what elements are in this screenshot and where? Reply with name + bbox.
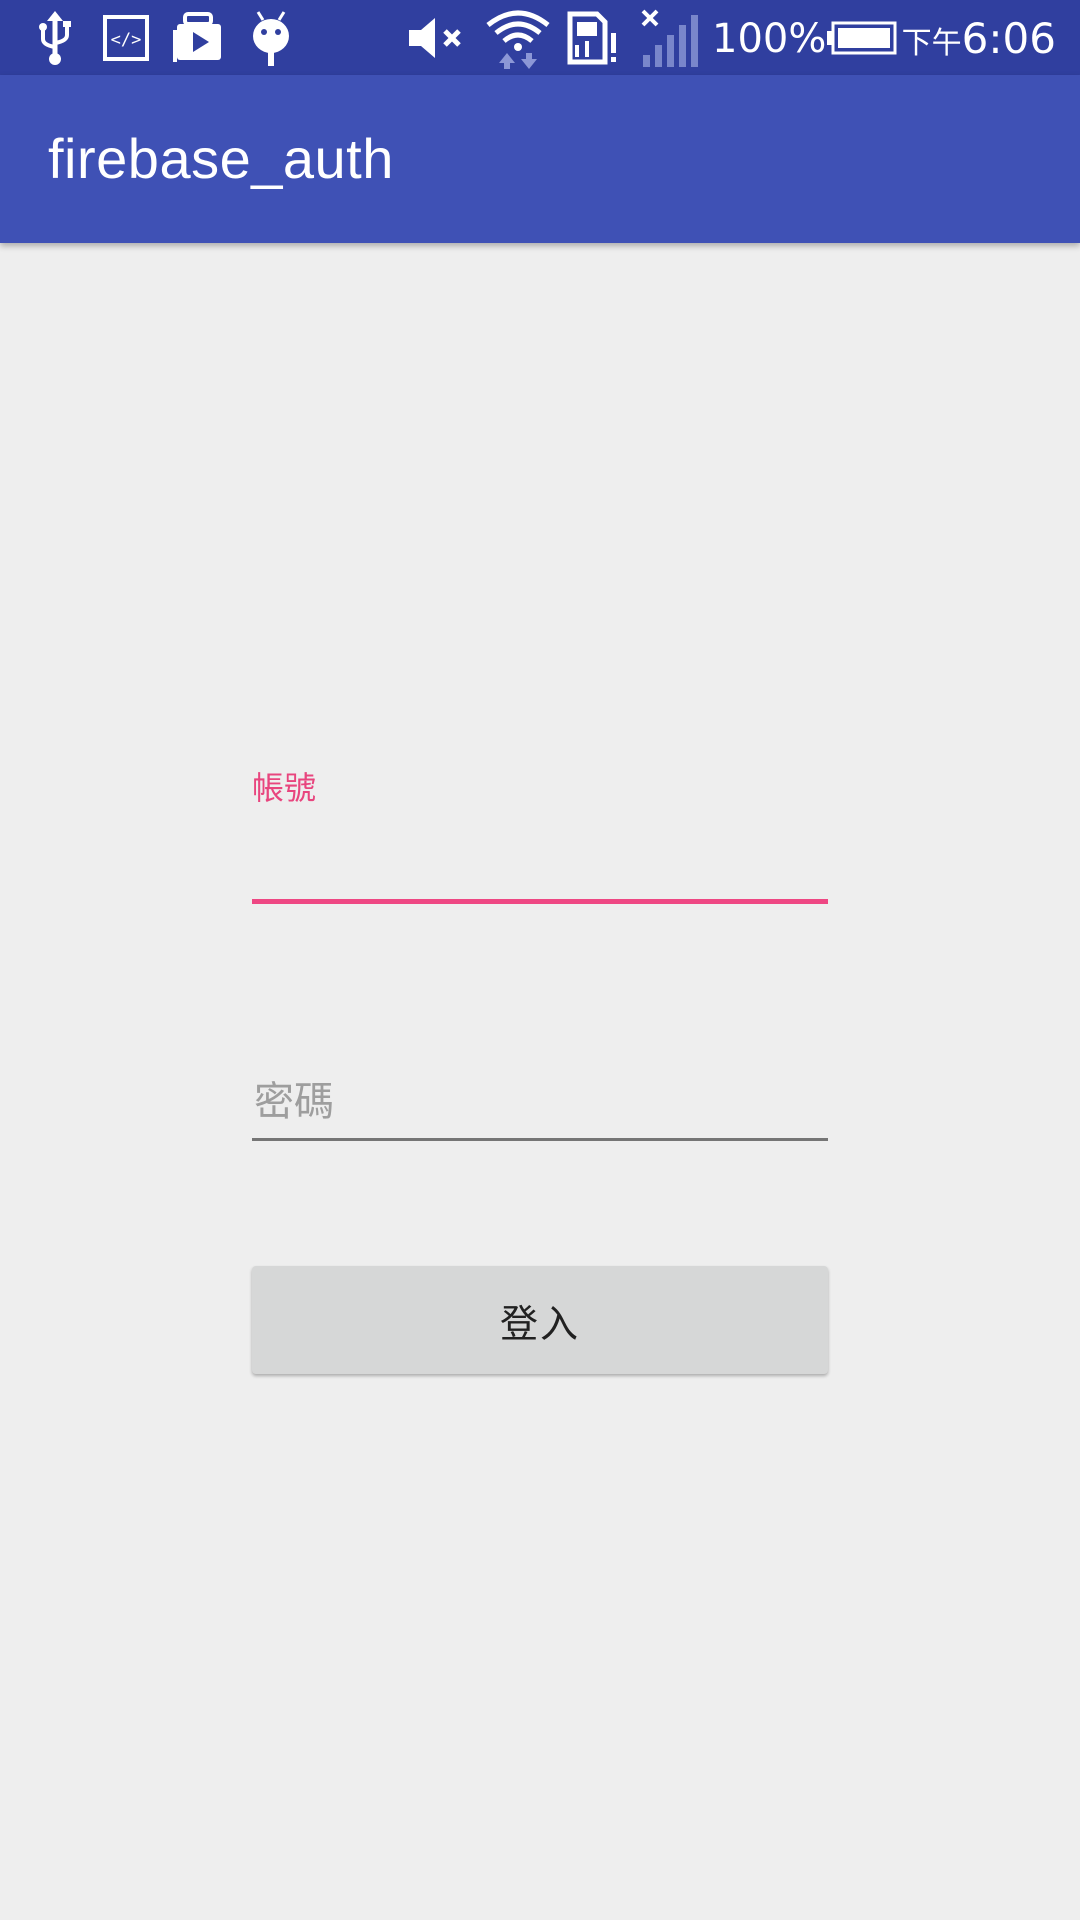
login-button[interactable]: 登入: [252, 1266, 828, 1374]
password-field[interactable]: [252, 1066, 828, 1138]
code-icon: </>: [100, 0, 152, 75]
app-title: firebase_auth: [48, 127, 394, 190]
wifi-icon: [484, 0, 552, 75]
clock: 下午6:06: [902, 0, 1056, 75]
account-field[interactable]: [252, 820, 828, 896]
account-field-label: 帳號: [252, 769, 317, 807]
clock-time: 6:06: [961, 14, 1056, 63]
svg-text:</>: </>: [111, 30, 142, 50]
password-field-underline: [252, 1138, 828, 1141]
battery-icon: [826, 0, 898, 75]
account-field-underline: [252, 899, 828, 904]
usb-icon: [30, 0, 80, 75]
sim-alert-icon: [566, 0, 620, 75]
app-bar: firebase_auth: [0, 75, 1080, 243]
volume-muted-icon: [406, 0, 468, 75]
status-bar: </> 100% 下午6:06: [0, 0, 1080, 75]
android-icon: [248, 0, 294, 75]
signal-icon: [638, 0, 700, 75]
battery-percent: 100%: [712, 16, 827, 62]
play-store-icon: [170, 0, 226, 75]
clock-period: 下午: [901, 26, 962, 61]
